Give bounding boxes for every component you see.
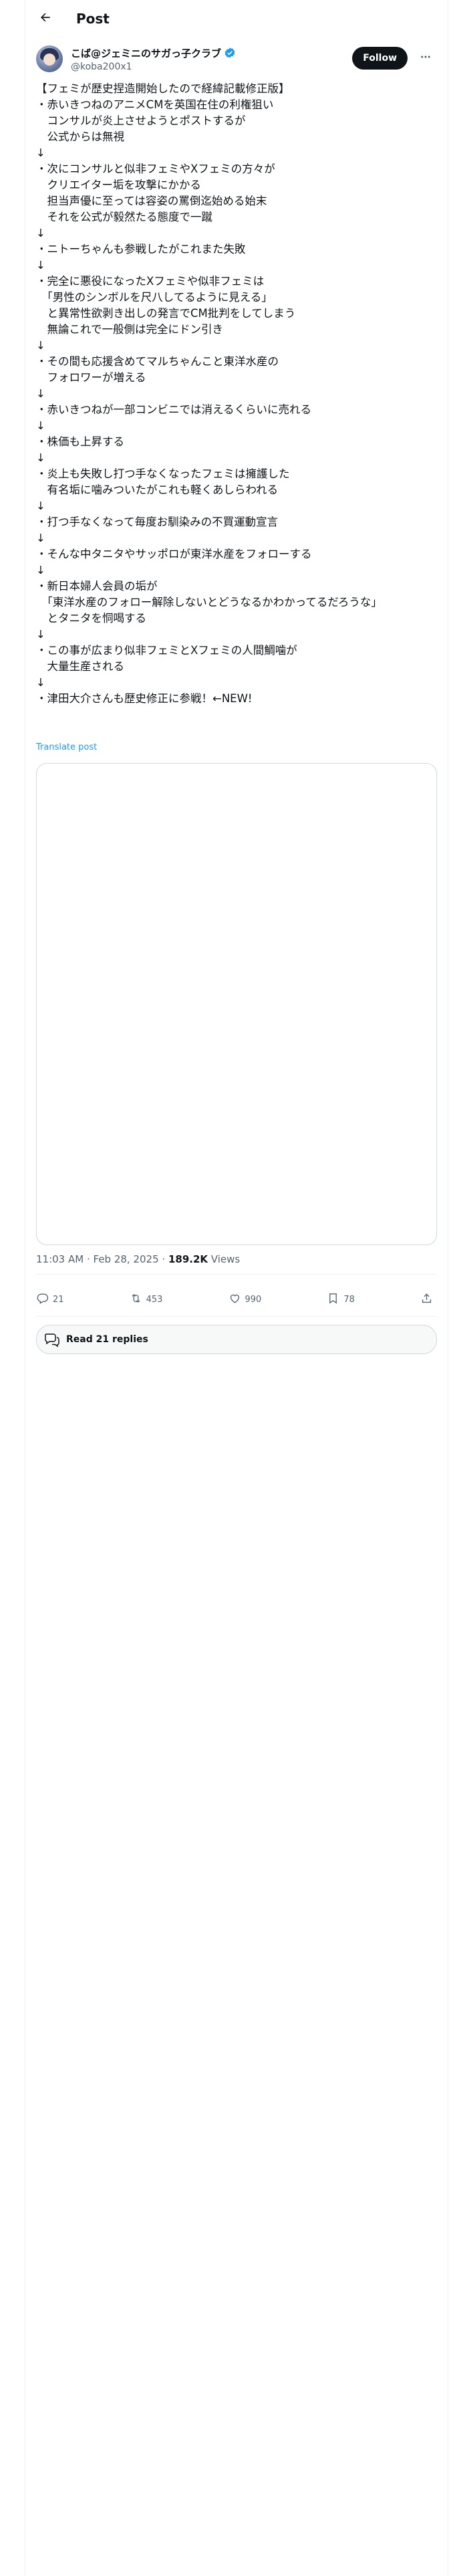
post-text-line: ↓ [36, 227, 45, 239]
back-button[interactable] [33, 7, 57, 31]
divider [36, 1274, 437, 1275]
post-text-line: ・打つ手なくなって毎度お馴染みの不買運動宣言 [36, 516, 279, 528]
post-text-line: フォロワーが増える [36, 371, 146, 384]
author-handle[interactable]: @koba200x1 [71, 62, 236, 72]
like-count: 990 [245, 1294, 262, 1305]
meta-separator: · [84, 1253, 94, 1265]
post-text-line: ・そんな中タニタやサッポロが東洋水産をフォローする [36, 548, 312, 560]
post-text-line: ↓ [36, 419, 45, 432]
post-text-line: ・炎上も失敗し打つ手なくなったフェミは擁護した [36, 467, 290, 480]
bookmark-button[interactable]: 78 [327, 1292, 355, 1307]
post-text-line: ↓ [36, 564, 45, 576]
post-text-line: ↓ [36, 676, 45, 689]
post-date[interactable]: Feb 28, 2025 [94, 1253, 159, 1265]
post-text-line: ・ニトーちゃんも参戦したがこれまた失敗 [36, 243, 246, 255]
post-text-line: 有名垢に噛みついたがこれも軽くあしらわれる [36, 484, 279, 496]
post-text-line: とタニタを恫喝する [36, 612, 147, 625]
main-column: Post こば@ジェミニのサガっ子クラブ @koba200x1 Follow 【… [25, 0, 448, 2576]
media-image[interactable] [36, 763, 437, 1245]
more-button[interactable] [414, 47, 437, 70]
post-text-line: ・新日本婦人会員の垢が [36, 580, 158, 593]
post-text-line: 大量生産される [36, 660, 125, 673]
post-text-line: 「男性のシンボルを尺八してるように見える」 [36, 291, 273, 304]
post-text-line: と異常性欲剥き出しの発言でCM批判をしてしまう [36, 307, 296, 320]
repost-icon [130, 1292, 146, 1307]
post-text-line: ↓ [36, 628, 45, 641]
post-text-line: ↓ [36, 339, 45, 352]
share-icon [420, 1292, 437, 1307]
top-bar: Post [25, 0, 448, 37]
post-text-line: それを公式が毅然たる態度で一蹴 [36, 211, 213, 223]
repost-button[interactable]: 453 [130, 1292, 163, 1307]
meta-separator: · [158, 1253, 168, 1265]
author-info: こば@ジェミニのサガっ子クラブ @koba200x1 [71, 46, 236, 72]
like-button[interactable]: 990 [229, 1292, 262, 1307]
post-text-line: ↓ [36, 451, 45, 464]
action-bar: 21 453 990 78 [36, 1283, 437, 1315]
post-text-line: ↓ [36, 532, 45, 544]
views-count: 189.2K [168, 1253, 208, 1265]
post-text-line: 担当声優に至っては容姿の罵倒迄始める始末 [36, 195, 267, 207]
post-text-line: ↓ [36, 146, 45, 159]
reply-count: 21 [53, 1294, 64, 1305]
post-text-line: 【フェミが歴史捏造開始したので経緯記載修正版】 [36, 82, 290, 95]
more-dots-icon [420, 51, 432, 66]
post-text-line: コンサルが炎上させようとポストするが [36, 114, 246, 127]
post-text-line: ↓ [36, 500, 45, 512]
post-text-line: ・津田大介さんも歴史修正に参戦！←NEW! [36, 692, 253, 705]
post-text-line: 公式からは無視 [36, 130, 125, 143]
reply-icon [36, 1292, 53, 1307]
bookmark-icon [327, 1292, 343, 1307]
post-text-line: ・完全に悪役になったXフェミや似非フェミは [36, 275, 265, 288]
read-replies-label: Read 21 replies [66, 1334, 148, 1345]
verified-badge-icon [224, 47, 236, 59]
divider [36, 1316, 437, 1317]
post-text-line: ・この事が広まり似非フェミとXフェミの人間鯛噛が [36, 644, 297, 657]
post-text-line: ↓ [36, 387, 45, 400]
post-meta: 11:03 AM · Feb 28, 2025 · 189.2K Views [36, 1253, 240, 1265]
heart-icon [229, 1292, 245, 1307]
author-row: こば@ジェミニのサガっ子クラブ @koba200x1 Follow [36, 43, 437, 75]
post-text-line: クリエイター垢を攻撃にかかる [36, 179, 201, 191]
post-text-line: 無論これで一般側は完全にドン引き [36, 323, 224, 336]
post-text-line: ・株価も上昇する [36, 435, 124, 448]
repost-count: 453 [146, 1294, 163, 1305]
arrow-left-icon [39, 11, 52, 27]
avatar[interactable] [36, 45, 63, 72]
post-text: 【フェミが歴史捏造開始したので経緯記載修正版】 ・赤いきつねのアニメCMを英国在住… [36, 81, 437, 707]
post-text-line: ・赤いきつねのアニメCMを英国在住の利権狙い [36, 98, 274, 111]
views-label: Views [208, 1253, 241, 1265]
read-replies-button[interactable]: Read 21 replies [36, 1325, 437, 1354]
post-text-line: ・その間も応援含めてマルちゃんこと東洋水産の [36, 355, 279, 368]
reply-button[interactable]: 21 [36, 1292, 64, 1307]
follow-button[interactable]: Follow [352, 47, 408, 70]
bookmark-count: 78 [343, 1294, 355, 1305]
author-name[interactable]: こば@ジェミニのサガっ子クラブ [71, 46, 221, 60]
post-text-line: ・赤いきつねが一部コンビニでは消えるくらいに売れる [36, 403, 312, 416]
translate-post-link[interactable]: Translate post [36, 742, 97, 752]
post-text-line: ↓ [36, 259, 45, 272]
chat-bubbles-icon [43, 1331, 61, 1348]
post-text-line: ・次にコンサルと似非フェミやXフェミの方々が [36, 163, 275, 175]
page-title: Post [76, 11, 110, 27]
post-time[interactable]: 11:03 AM [36, 1253, 84, 1265]
post-text-line: 「東洋水産のフォロー解除しないとどうなるかわかってるだろうな」 [36, 596, 382, 609]
share-button[interactable] [420, 1292, 437, 1307]
